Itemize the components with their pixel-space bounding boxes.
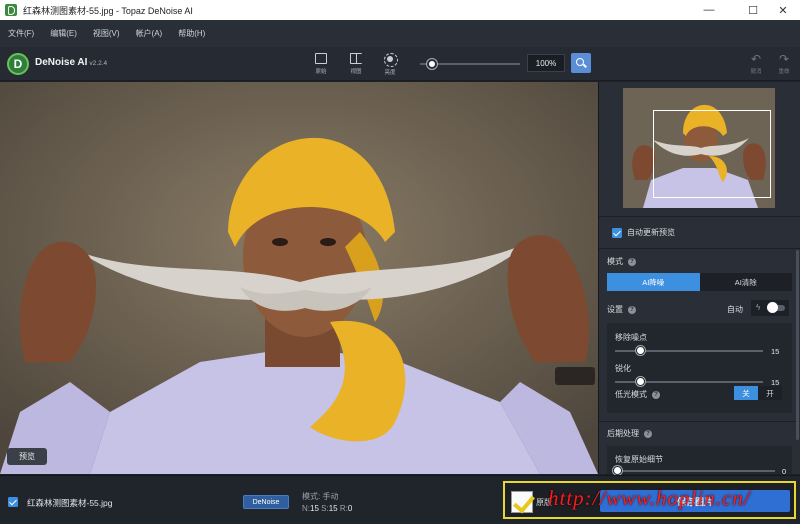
remove-noise-slider-thumb[interactable] <box>636 346 645 355</box>
divider <box>599 421 800 422</box>
mode-ai-denoise-button[interactable]: AI降噪 <box>607 273 700 291</box>
view-brightness-label: 亮度 <box>384 70 396 76</box>
r-value: 0 <box>347 504 353 513</box>
mode-status: 模式: 手动 <box>302 492 339 501</box>
view-brightness-button[interactable]: 亮度 <box>375 51 405 77</box>
remove-noise-label: 移除噪点 <box>615 333 647 342</box>
settings-sliders-group: 移除噪点 15 锐化 15 低光模式? 关 开 <box>607 323 792 413</box>
help-icon[interactable]: ? <box>628 257 636 266</box>
toggle-knob <box>767 302 778 313</box>
split-view-icon <box>350 53 362 64</box>
view-original-label: 原始 <box>315 69 327 75</box>
restore-detail-slider-thumb[interactable] <box>613 466 622 475</box>
redo-icon: ↷ <box>778 52 790 66</box>
zoom-slider-thumb[interactable] <box>427 59 437 69</box>
denoise-logo-icon: D <box>7 53 29 75</box>
r-label: R: <box>339 504 348 513</box>
undo-button[interactable]: ↶ 撤消 <box>745 52 767 75</box>
file-select-checkbox[interactable] <box>8 497 18 507</box>
settings-summary: N:15 S:15 R:0 <box>302 504 352 513</box>
redo-label: 重做 <box>778 69 790 75</box>
brightness-icon <box>384 53 398 67</box>
app-name-text: DeNoise AI <box>35 57 88 68</box>
menu-help[interactable]: 帮助(H) <box>178 28 205 39</box>
remove-noise-value: 15 <box>771 347 780 356</box>
help-icon[interactable]: ? <box>628 305 636 314</box>
help-icon[interactable]: ? <box>652 390 660 399</box>
view-original-button[interactable]: 原始 <box>306 51 336 77</box>
window-title: 红森林测图素材-55.jpg - Topaz DeNoise AI <box>23 5 193 16</box>
window-titlebar: 红森林测图素材-55.jpg - Topaz DeNoise AI — ☐ ✕ <box>0 0 800 20</box>
menu-view[interactable]: 视图(V) <box>93 28 120 39</box>
portrait-photo <box>0 82 598 474</box>
file-name[interactable]: 红森林测图素材-55.jpg <box>27 497 113 509</box>
menu-bar: 文件(F) 编辑(E) 视图(V) 帐户(A) 帮助(H) <box>0 20 800 47</box>
lightning-icon: ϟ <box>756 303 761 312</box>
menu-account[interactable]: 帐户(A) <box>136 28 163 39</box>
settings-panel: 自动更新预览 模式? AI降噪 AI清除 设置? 自动 ϟ 移除噪点 15 锐化… <box>598 82 800 476</box>
low-light-on-button[interactable]: 开 <box>758 386 782 400</box>
low-light-label: 低光模式 <box>615 390 647 399</box>
app-name: DeNoise AI v2.2.4 <box>35 57 107 68</box>
auto-update-row[interactable]: 自动更新预览 <box>607 227 675 238</box>
zoom-value-field[interactable]: 100% <box>527 54 565 72</box>
settings-auto-toggle[interactable]: ϟ <box>751 300 789 316</box>
auto-update-checkbox[interactable] <box>612 227 622 238</box>
n-label: N: <box>302 504 310 513</box>
undo-icon: ↶ <box>750 52 762 66</box>
close-button[interactable]: ✕ <box>766 0 800 20</box>
mode-ai-clear-button[interactable]: AI清除 <box>699 273 792 291</box>
image-icon <box>315 53 327 64</box>
model-badge: DeNoise <box>243 495 289 509</box>
undo-label: 撤消 <box>750 69 762 75</box>
menu-file[interactable]: 文件(F) <box>8 28 34 39</box>
zoom-button[interactable] <box>571 53 591 73</box>
post-processing-label: 后期处理 <box>607 429 639 438</box>
view-split-button[interactable]: 视图 <box>341 51 371 77</box>
toolbar: D DeNoise AI v2.2.4 原始 视图 亮度 <box>0 47 800 81</box>
n-value: 15 <box>310 504 319 513</box>
panel-scrollbar[interactable] <box>796 250 799 440</box>
help-icon[interactable]: ? <box>644 429 652 438</box>
navigator-viewport-frame[interactable] <box>653 110 771 198</box>
view-split-label: 视图 <box>350 69 362 75</box>
mode-label: 模式 <box>607 257 623 266</box>
auto-update-label: 自动更新预览 <box>627 228 675 237</box>
divider <box>599 216 800 217</box>
sharpen-label: 锐化 <box>615 364 631 373</box>
redo-button[interactable]: ↷ 重做 <box>773 52 795 75</box>
minimize-button[interactable]: — <box>692 0 726 20</box>
settings-auto-label: 自动 <box>727 305 743 314</box>
s-label: S: <box>321 504 329 513</box>
mode-selector: AI降噪 AI清除 <box>607 273 792 291</box>
post-processing-group: 恢复原始细节 0 <box>607 446 792 476</box>
settings-label: 设置 <box>607 305 623 314</box>
image-canvas[interactable] <box>0 82 598 474</box>
app-icon <box>5 4 17 16</box>
s-value: 15 <box>328 504 338 513</box>
compare-checkbox[interactable] <box>511 491 533 513</box>
mode-section-title: 模式? <box>607 256 636 267</box>
settings-section-title: 设置? <box>607 304 636 315</box>
post-processing-section-title: 后期处理? <box>607 428 652 439</box>
sharpen-slider-thumb[interactable] <box>636 377 645 386</box>
maximize-button[interactable]: ☐ <box>736 0 770 20</box>
restore-detail-slider-track[interactable] <box>615 470 775 472</box>
preview-button[interactable]: 预览 <box>7 448 47 465</box>
magnifier-icon <box>576 58 584 66</box>
watermark-text: http://www.hoplin.cn/ <box>548 486 751 510</box>
restore-detail-label: 恢复原始细节 <box>615 455 663 464</box>
navigator-thumbnail[interactable] <box>623 88 775 208</box>
low-light-row: 低光模式? <box>615 389 660 400</box>
low-light-off-button[interactable]: 关 <box>734 386 758 400</box>
app-version: v2.2.4 <box>89 60 108 67</box>
divider <box>599 248 800 249</box>
menu-edit[interactable]: 编辑(E) <box>50 28 77 39</box>
low-light-toggle: 关 开 <box>734 386 782 400</box>
